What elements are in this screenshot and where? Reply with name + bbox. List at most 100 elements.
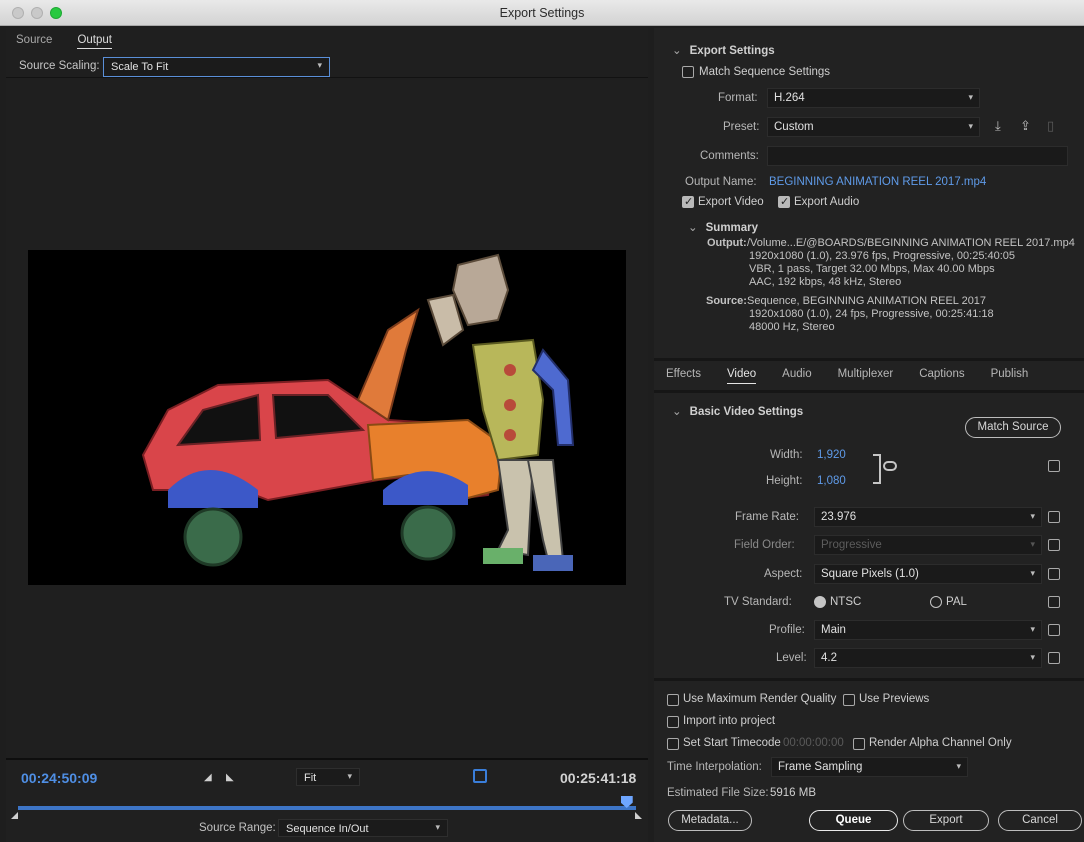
comments-input[interactable]	[767, 146, 1068, 166]
import-preset-icon[interactable]: ⇪	[1020, 118, 1031, 134]
frame-rate-dropdown[interactable]: 23.976 ▾	[814, 507, 1042, 527]
timeline-track[interactable]	[18, 806, 636, 810]
video-preview	[28, 250, 626, 585]
export-audio-checkbox[interactable]	[778, 195, 790, 208]
aspect-value: Square Pixels (1.0)	[821, 568, 919, 580]
out-timecode[interactable]: 00:25:41:18	[560, 770, 636, 786]
height-label: Height:	[766, 475, 803, 487]
chevron-down-icon: ▾	[1030, 568, 1035, 578]
override-aspect-checkbox[interactable]	[1048, 568, 1060, 580]
preset-dropdown[interactable]: Custom ▾	[767, 117, 980, 137]
zoom-dropdown[interactable]: Fit ▾	[296, 768, 360, 786]
preview-panel: Source Output Source Scaling: Scale To F…	[6, 28, 648, 842]
override-tv-standard-checkbox[interactable]	[1048, 596, 1060, 608]
set-in-point-icon[interactable]: ◢	[204, 772, 212, 783]
use-previews-checkbox[interactable]	[843, 694, 855, 706]
override-size-checkbox[interactable]	[1048, 460, 1060, 472]
out-point-marker-icon[interactable]	[635, 812, 642, 819]
set-out-point-icon[interactable]: ◣	[226, 772, 234, 783]
pal-radio[interactable]	[930, 596, 942, 608]
level-value: 4.2	[821, 652, 837, 664]
field-order-dropdown[interactable]: Progressive ▾	[814, 535, 1042, 555]
aspect-dropdown[interactable]: Square Pixels (1.0) ▾	[814, 564, 1042, 584]
settings-panel: ⌄ Export Settings Match Sequence Settings…	[654, 28, 1084, 842]
delete-preset-icon[interactable]: ▯	[1047, 118, 1054, 134]
export-settings-header[interactable]: ⌄ Export Settings	[672, 43, 775, 57]
preset-value: Custom	[774, 121, 814, 133]
chevron-down-icon: ▾	[1030, 511, 1035, 521]
chevron-down-icon: ⌄	[672, 45, 682, 57]
tab-audio[interactable]: Audio	[782, 368, 811, 384]
tab-multiplexer[interactable]: Multiplexer	[838, 368, 894, 384]
match-source-button[interactable]: Match Source	[965, 417, 1061, 438]
summary-output-line: 1920x1080 (1.0), 23.976 fps, Progressive…	[749, 250, 1016, 262]
override-profile-checkbox[interactable]	[1048, 624, 1060, 636]
aspect-toggle-icon[interactable]	[473, 769, 487, 783]
tab-captions[interactable]: Captions	[919, 368, 964, 384]
profile-value: Main	[821, 624, 846, 636]
source-scaling-dropdown[interactable]: Scale To Fit ▾	[103, 57, 330, 77]
chevron-down-icon: ▾	[347, 771, 352, 781]
max-render-quality-label: Use Maximum Render Quality	[683, 693, 837, 705]
chevron-down-icon: ⌄	[688, 222, 698, 234]
tab-video[interactable]: Video	[726, 368, 757, 384]
ntsc-radio[interactable]	[814, 596, 826, 608]
render-alpha-checkbox[interactable]	[853, 738, 865, 750]
export-video-label: Export Video	[698, 196, 764, 208]
match-sequence-checkbox[interactable]	[682, 66, 694, 78]
queue-button[interactable]: Queue	[809, 810, 898, 831]
ntsc-label: NTSC	[830, 596, 862, 608]
summary-source-label: Source:	[706, 295, 747, 307]
tab-effects[interactable]: Effects	[666, 368, 701, 384]
metadata-button[interactable]: Metadata...	[668, 810, 752, 831]
override-frame-rate-checkbox[interactable]	[1048, 511, 1060, 523]
tab-source[interactable]: Source	[16, 34, 52, 49]
preview-tabs: Source Output	[16, 34, 112, 49]
in-point-marker-icon[interactable]	[11, 812, 18, 819]
source-range-label: Source Range:	[199, 822, 276, 834]
override-field-order-checkbox[interactable]	[1048, 539, 1060, 551]
profile-dropdown[interactable]: Main ▾	[814, 620, 1042, 640]
time-interpolation-label: Time Interpolation:	[667, 761, 762, 773]
chevron-down-icon: ▾	[1030, 624, 1035, 634]
import-project-checkbox[interactable]	[667, 716, 679, 728]
chevron-down-icon: ▾	[968, 92, 973, 102]
format-dropdown[interactable]: H.264 ▾	[767, 88, 980, 108]
chevron-down-icon: ▾	[435, 822, 440, 832]
summary-source-line: 1920x1080 (1.0), 24 fps, Progressive, 00…	[749, 308, 994, 320]
source-scaling-row: Source Scaling: Scale To Fit ▾	[6, 56, 648, 78]
output-name-link[interactable]: BEGINNING ANIMATION REEL 2017.mp4	[769, 176, 986, 188]
override-level-checkbox[interactable]	[1048, 652, 1060, 664]
link-icon[interactable]	[883, 461, 897, 471]
chevron-down-icon: ▾	[968, 121, 973, 131]
source-range-dropdown[interactable]: Sequence In/Out ▾	[278, 819, 448, 837]
width-value[interactable]: 1,920	[817, 449, 846, 461]
preview-frame-illustration	[141, 253, 575, 571]
chevron-down-icon: ▾	[1030, 652, 1035, 662]
time-interpolation-dropdown[interactable]: Frame Sampling ▾	[771, 757, 968, 777]
max-render-quality-checkbox[interactable]	[667, 694, 679, 706]
chevron-down-icon: ▾	[956, 761, 961, 771]
tab-publish[interactable]: Publish	[991, 368, 1029, 384]
set-start-timecode-checkbox[interactable]	[667, 738, 679, 750]
level-dropdown[interactable]: 4.2 ▾	[814, 648, 1042, 668]
basic-video-settings-header[interactable]: ⌄ Basic Video Settings	[672, 404, 803, 418]
use-previews-label: Use Previews	[859, 693, 930, 705]
start-timecode-value[interactable]: 00:00:00:00	[783, 737, 844, 749]
summary-header[interactable]: ⌄ Summary	[688, 220, 758, 234]
match-sequence-label: Match Sequence Settings	[699, 66, 831, 78]
in-timecode[interactable]: 00:24:50:09	[21, 770, 97, 786]
chevron-down-icon: ▾	[1030, 539, 1035, 549]
aspect-label: Aspect:	[764, 568, 803, 580]
tab-output[interactable]: Output	[77, 34, 112, 49]
height-value[interactable]: 1,080	[817, 475, 846, 487]
render-alpha-label: Render Alpha Channel Only	[869, 737, 1012, 749]
summary-source-line: Sequence, BEGINNING ANIMATION REEL 2017	[747, 295, 987, 307]
tv-standard-label: TV Standard:	[724, 596, 792, 608]
window-title: Export Settings	[499, 6, 585, 20]
export-video-checkbox[interactable]	[682, 195, 694, 208]
save-preset-icon[interactable]: ⤓	[995, 118, 1001, 134]
cancel-button[interactable]: Cancel	[998, 810, 1082, 831]
source-scaling-label: Source Scaling:	[19, 60, 100, 72]
export-button[interactable]: Export	[903, 810, 989, 831]
